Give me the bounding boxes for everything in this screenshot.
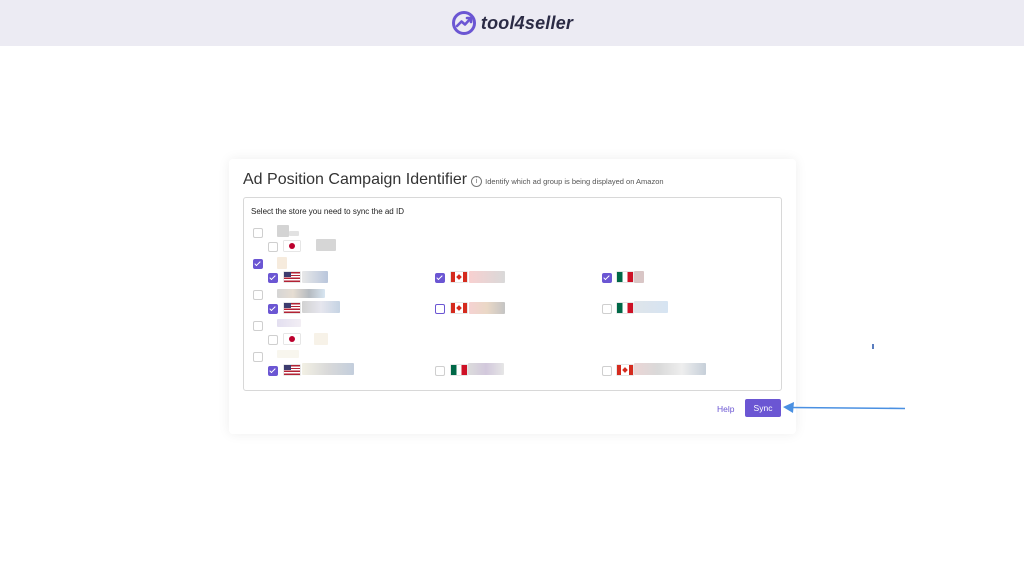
mexico-flag-icon: [451, 365, 467, 375]
cursor-mark: [872, 344, 874, 349]
account-checkbox-3[interactable]: [253, 290, 263, 300]
growth-chart-logo-icon: [451, 11, 476, 35]
store-checkbox-mx-5[interactable]: [435, 366, 445, 376]
store-name-ca-5: [634, 363, 706, 375]
store-checkbox-ca-2[interactable]: [435, 273, 445, 283]
account-name-1-b: [289, 231, 299, 236]
brand-name: tool4seller: [480, 12, 574, 33]
canada-flag-icon: [451, 272, 467, 282]
brand-logo[interactable]: tool4seller: [451, 10, 573, 36]
store-name-us-3: [302, 301, 340, 313]
store-selection-box: Select the store you need to sync the ad…: [243, 197, 782, 391]
account-name-3: [277, 289, 325, 298]
store-name-mx-3: [634, 301, 668, 313]
canada-flag-icon: [451, 303, 467, 313]
store-checkbox-jp-4[interactable]: [268, 335, 278, 345]
info-icon[interactable]: i: [471, 175, 483, 187]
store-checkbox-us-2[interactable]: [268, 273, 278, 283]
store-checkbox-ca-5[interactable]: [602, 366, 612, 376]
japan-flag-icon: [284, 241, 300, 251]
mexico-flag-icon: [617, 272, 633, 282]
store-checkbox-us-3[interactable]: [268, 304, 278, 314]
store-checkbox-us-5[interactable]: [268, 366, 278, 376]
store-checkbox-mx-3[interactable]: [602, 304, 612, 314]
store-name-mx-2: [634, 271, 644, 283]
canada-flag-icon: [617, 365, 633, 375]
mexico-flag-icon: [617, 303, 633, 313]
store-name-jp-4: [314, 333, 328, 345]
sync-button[interactable]: Sync: [745, 399, 781, 417]
account-checkbox-5[interactable]: [253, 352, 263, 362]
page-subtitle: Identify which ad group is being display…: [485, 176, 664, 186]
account-checkbox-4[interactable]: [253, 321, 263, 331]
usa-flag-icon: [284, 272, 300, 282]
store-checkbox-ca-3[interactable]: [435, 304, 445, 314]
help-link[interactable]: Help: [717, 404, 734, 414]
account-checkbox-1[interactable]: [253, 228, 263, 238]
pointer-arrow-icon: [783, 402, 906, 413]
account-name-5: [277, 350, 299, 358]
usa-flag-icon: [284, 303, 300, 313]
account-checkbox-2[interactable]: [253, 259, 263, 269]
usa-flag-icon: [284, 365, 300, 375]
ad-position-card: Ad Position Campaign Identifier i Identi…: [229, 159, 796, 434]
japan-flag-icon: [284, 334, 300, 344]
account-name-1: [277, 225, 289, 237]
store-name-mx-5: [468, 363, 504, 375]
top-header: tool4seller: [0, 0, 1024, 46]
store-name-ca-2: [469, 271, 505, 283]
account-name-4: [277, 319, 301, 327]
account-name-2: [277, 257, 287, 269]
store-select-label: Select the store you need to sync the ad…: [251, 207, 404, 216]
store-name-us-5: [302, 363, 354, 375]
card-header: Ad Position Campaign Identifier i Identi…: [243, 171, 664, 189]
store-name-us-2: [302, 271, 328, 283]
store-checkbox-mx-2[interactable]: [602, 273, 612, 283]
store-checkbox-jp-1[interactable]: [268, 242, 278, 252]
store-name-jp-1: [316, 239, 336, 251]
page-title: Ad Position Campaign Identifier: [243, 171, 468, 188]
store-name-ca-3: [469, 302, 505, 314]
